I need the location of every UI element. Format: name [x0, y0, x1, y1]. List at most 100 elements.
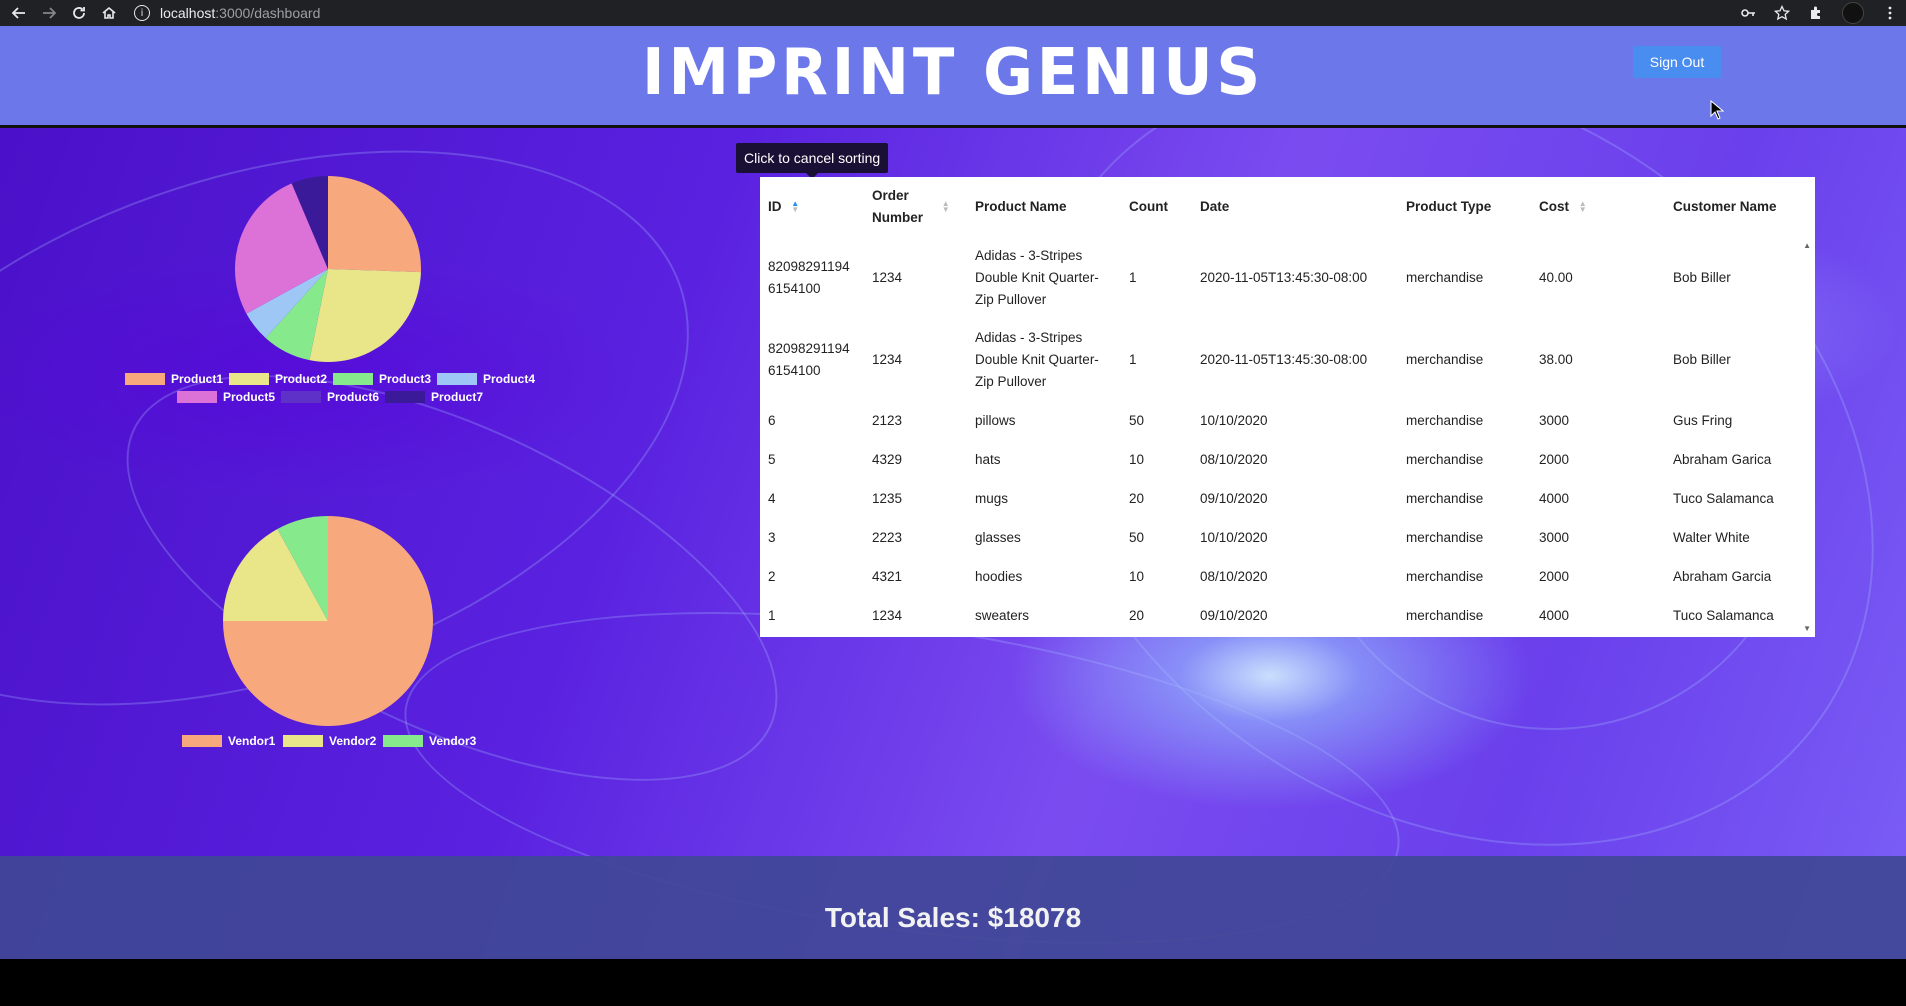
table-cell: 4: [768, 490, 776, 506]
legend-item[interactable]: Product1: [125, 372, 223, 386]
table-cell: Bob Biller: [1673, 352, 1731, 367]
table-row[interactable]: 82098291194 6154100 1234 Adidas - 3-Stripe…: [760, 237, 1800, 319]
column-header-date[interactable]: Date: [1192, 177, 1398, 237]
back-icon[interactable]: [8, 2, 30, 24]
table-row[interactable]: 5 4329 hats 10 08/10/2020 merchandise 2000 Abra…: [760, 440, 1800, 479]
table-cell: 82098291194 6154100: [768, 341, 850, 378]
table-cell: 2223: [872, 529, 903, 545]
table-cell: 82098291194 6154100: [768, 259, 850, 296]
menu-icon[interactable]: [1882, 5, 1898, 21]
table-cell: 1: [768, 607, 776, 623]
table-cell: 5: [768, 451, 776, 467]
sort-icon[interactable]: ▲ ▼: [1579, 200, 1587, 214]
column-header-label: Count: [1129, 199, 1168, 214]
table-cell: 1234: [872, 352, 903, 367]
table-cell: Bob Biller: [1673, 270, 1731, 285]
table-row[interactable]: 6 2123 pillows 50 10/10/2020 merchandise 3000 G…: [760, 401, 1800, 440]
address-bar[interactable]: i localhost:3000/dashboard: [134, 5, 320, 21]
table-cell: 20: [1129, 490, 1145, 506]
table-cell: merchandise: [1406, 607, 1484, 623]
profile-avatar[interactable]: [1842, 2, 1864, 24]
key-icon[interactable]: [1740, 5, 1756, 21]
legend-swatch: [385, 391, 425, 403]
scroll-up-icon[interactable]: ▲: [1803, 241, 1811, 250]
column-header-label: Product Type: [1406, 199, 1492, 214]
table-cell: Abraham Garcia: [1673, 568, 1772, 584]
table-row[interactable]: 82098291194 6154100 1234 Adidas - 3-Stripe…: [760, 319, 1800, 401]
extensions-icon[interactable]: [1808, 5, 1824, 21]
table-cell: 38.00: [1539, 352, 1573, 367]
legend-item[interactable]: Vendor3: [383, 734, 476, 748]
table-cell: merchandise: [1406, 352, 1484, 367]
legend-item[interactable]: Product7: [385, 390, 483, 404]
legend-item[interactable]: Product5: [177, 390, 275, 404]
legend-label: Vendor1: [228, 734, 276, 748]
column-header-product-name[interactable]: Product Name: [967, 177, 1121, 237]
sort-tooltip: Click to cancel sorting: [736, 143, 889, 179]
table-cell: 2: [768, 568, 776, 584]
table-row[interactable]: 4 1235 mugs 20 09/10/2020 merchandise 4000 Tuco…: [760, 479, 1800, 518]
column-header-count[interactable]: Count: [1121, 177, 1192, 237]
table-cell: merchandise: [1406, 529, 1484, 545]
table-cell: 10: [1129, 451, 1145, 467]
table-cell: merchandise: [1406, 490, 1484, 506]
table-cell: 09/10/2020: [1200, 490, 1268, 506]
reload-icon[interactable]: [68, 2, 90, 24]
legend-label: Product1: [171, 372, 224, 386]
legend-item[interactable]: Product6: [281, 390, 379, 404]
table-cell: 40.00: [1539, 270, 1573, 285]
pie-slice-product2[interactable]: [309, 269, 421, 362]
column-header-cost[interactable]: Cost ▲ ▼: [1531, 177, 1665, 237]
column-header-product-type[interactable]: Product Type: [1398, 177, 1531, 237]
home-icon[interactable]: [98, 2, 120, 24]
legend-label: Vendor2: [329, 734, 377, 748]
column-header-order-number[interactable]: Order Number ▲ ▼: [864, 177, 967, 237]
table-cell: 50: [1129, 529, 1145, 545]
legend-item[interactable]: Product4: [437, 372, 535, 386]
table-cell: Gus Fring: [1673, 412, 1733, 428]
table-cell: 4000: [1539, 607, 1570, 623]
sign-out-button[interactable]: Sign Out: [1633, 46, 1721, 78]
table-cell: 3000: [1539, 529, 1570, 545]
table-cell: 09/10/2020: [1200, 607, 1268, 623]
table-row[interactable]: 3 2223 glasses 50 10/10/2020 merchandise 3000 W…: [760, 518, 1800, 557]
table-cell: 08/10/2020: [1200, 451, 1268, 467]
site-info-icon[interactable]: i: [134, 5, 150, 21]
table-row[interactable]: 2 4321 hoodies 10 08/10/2020 merchandise 2000 A…: [760, 557, 1800, 596]
legend-item[interactable]: Product3: [333, 372, 431, 386]
sort-icon[interactable]: ▲ ▼: [791, 200, 799, 214]
forward-icon[interactable]: [38, 2, 60, 24]
table-cell: pillows: [975, 412, 1016, 428]
table-cell: Abraham Garica: [1673, 451, 1772, 467]
sales-footer: Total Sales: $18078: [0, 856, 1906, 959]
column-header-customer-name[interactable]: Customer Name: [1665, 177, 1800, 237]
table-row[interactable]: 1 1234 sweaters 20 09/10/2020 merchandise 4000…: [760, 596, 1800, 635]
table-cell: glasses: [975, 529, 1021, 545]
product-chart-legend: Product1 Product2 Product3 Product4 Product5…: [125, 372, 535, 412]
table-cell: hats: [975, 451, 1001, 467]
legend-label: Product6: [327, 390, 380, 404]
legend-item[interactable]: Vendor2: [283, 734, 376, 748]
sort-icon[interactable]: ▲ ▼: [942, 200, 950, 214]
column-header-label: ID: [768, 199, 782, 214]
table-cell: hoodies: [975, 568, 1023, 584]
legend-item[interactable]: Vendor1: [182, 734, 275, 748]
brand-logo: IMPRINT GENIUS: [642, 36, 1264, 110]
table-cell: 2123: [872, 412, 903, 428]
table-cell: merchandise: [1406, 270, 1484, 285]
legend-swatch: [283, 735, 323, 747]
legend-item[interactable]: Product2: [229, 372, 327, 386]
star-icon[interactable]: [1774, 5, 1790, 21]
pie-slice-product1[interactable]: [328, 176, 421, 273]
legend-label: Product7: [431, 390, 484, 404]
product-pie-chart: [235, 176, 421, 362]
vendor-chart-legend: Vendor1 Vendor2 Vendor3: [182, 734, 482, 754]
legend-swatch: [333, 373, 373, 385]
total-sales: Total Sales: $18078: [824, 902, 1082, 933]
scroll-down-icon[interactable]: ▼: [1803, 624, 1811, 633]
table-cell: 08/10/2020: [1200, 568, 1268, 584]
column-header-label: Order Number: [872, 188, 924, 225]
column-header-id[interactable]: ID ▲ ▼: [760, 177, 864, 237]
column-header-label: Customer Name: [1673, 199, 1777, 214]
table-cell: 3000: [1539, 412, 1570, 428]
